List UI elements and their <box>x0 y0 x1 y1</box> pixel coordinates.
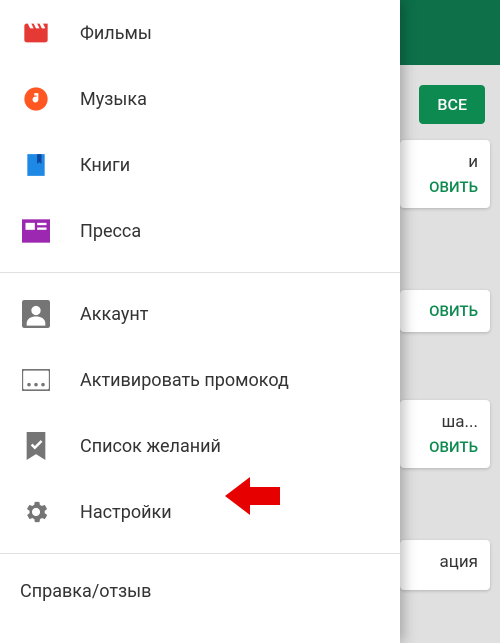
bg-card-text: ша... <box>412 412 478 432</box>
sidebar-item-label: Пресса <box>80 221 141 242</box>
settings-icon <box>20 496 52 528</box>
sidebar-item-label: Настройки <box>80 502 172 523</box>
bg-card: и ОВИТЬ <box>400 140 490 208</box>
sidebar-item-label: Список желаний <box>80 436 221 457</box>
bg-card: ша... ОВИТЬ <box>400 400 490 468</box>
bg-card-action[interactable]: ОВИТЬ <box>412 302 478 320</box>
bg-card: ация <box>400 540 490 590</box>
promo-icon <box>20 364 52 396</box>
bg-card-action[interactable]: ОВИТЬ <box>412 438 478 456</box>
sidebar-item-label: Активировать промокод <box>80 370 289 391</box>
bg-card-action[interactable]: ОВИТЬ <box>412 178 478 196</box>
movies-icon <box>20 17 52 49</box>
sidebar-item-movies[interactable]: Фильмы <box>0 0 400 66</box>
all-button[interactable]: ВСЕ <box>419 85 485 124</box>
menu-divider <box>0 553 400 554</box>
annotation-arrow <box>225 477 280 519</box>
news-icon <box>20 215 52 247</box>
sidebar-item-label: Аккаунт <box>80 304 148 325</box>
menu-divider <box>0 272 400 273</box>
sidebar-item-wishlist[interactable]: Список желаний <box>0 413 400 479</box>
bg-card-text: ация <box>412 552 478 572</box>
music-icon <box>20 83 52 115</box>
sidebar-item-settings[interactable]: Настройки <box>0 479 400 545</box>
sidebar-item-help[interactable]: Справка/отзыв <box>0 562 400 621</box>
account-icon <box>20 298 52 330</box>
sidebar-item-label: Музыка <box>80 89 147 110</box>
wishlist-icon <box>20 430 52 462</box>
navigation-drawer: Фильмы Музыка Книги Пресса Аккаунт Актив… <box>0 0 400 643</box>
sidebar-item-music[interactable]: Музыка <box>0 66 400 132</box>
sidebar-item-books[interactable]: Книги <box>0 132 400 198</box>
sidebar-item-account[interactable]: Аккаунт <box>0 281 400 347</box>
sidebar-item-label: Книги <box>80 155 130 176</box>
bg-card: ОВИТЬ <box>400 290 490 332</box>
bg-card-text: и <box>412 152 478 172</box>
books-icon <box>20 149 52 181</box>
sidebar-item-promo[interactable]: Активировать промокод <box>0 347 400 413</box>
sidebar-item-label: Фильмы <box>80 23 152 44</box>
sidebar-item-news[interactable]: Пресса <box>0 198 400 264</box>
